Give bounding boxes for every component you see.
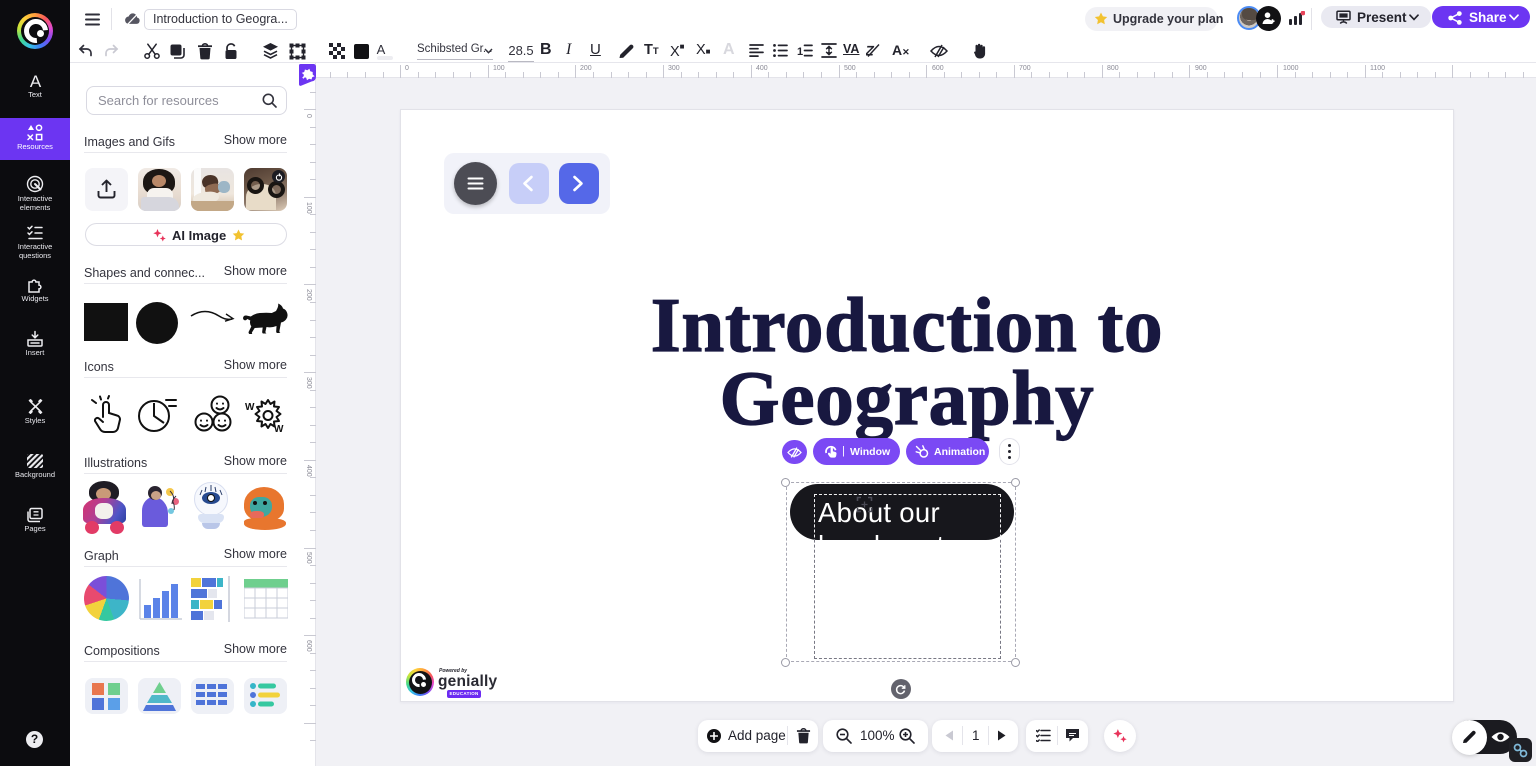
svg-text:Z: Z (866, 43, 876, 58)
svg-text:W: W (245, 402, 255, 413)
svg-text:W: W (274, 424, 284, 434)
svg-text:A: A (29, 73, 41, 89)
svg-text:1: 1 (797, 46, 803, 57)
